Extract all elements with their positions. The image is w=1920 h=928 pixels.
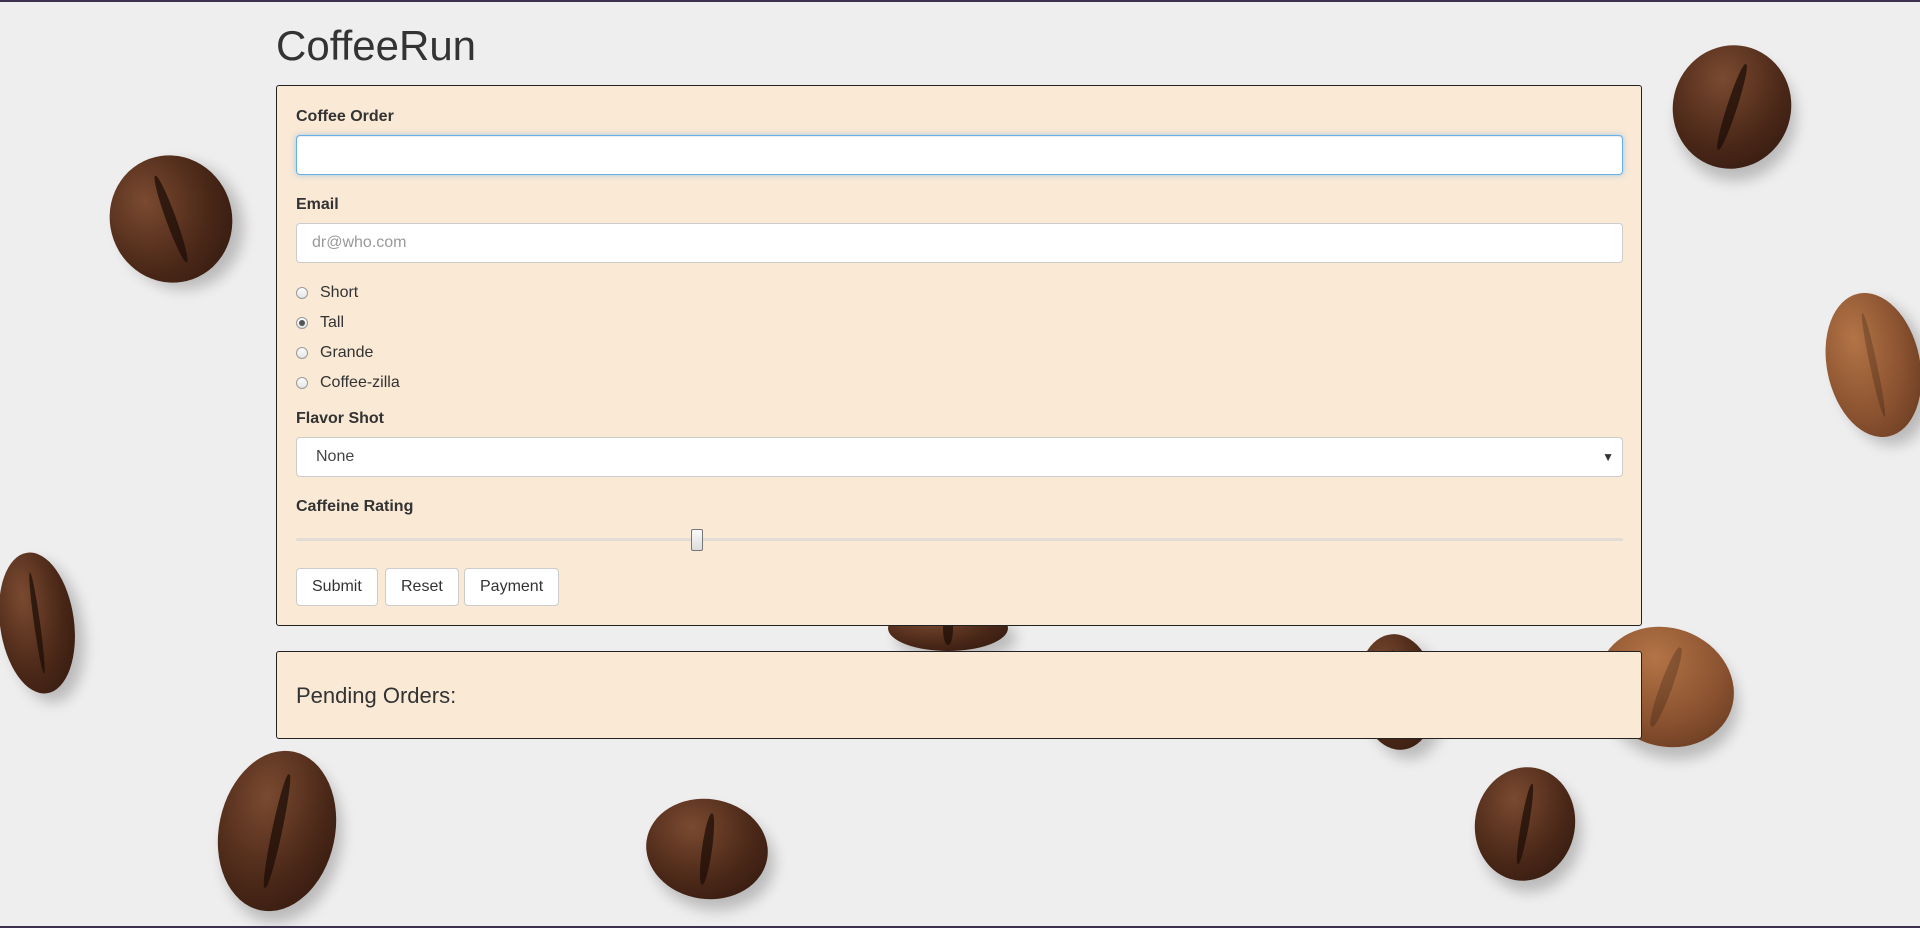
radio-button[interactable]: [296, 317, 308, 329]
coffee-bean-image: [1656, 29, 1808, 185]
pending-orders-title: Pending Orders:: [296, 683, 457, 708]
slider-track[interactable]: [296, 538, 1623, 541]
size-option-label: Tall: [320, 314, 345, 331]
page-title: CoffeeRun: [276, 22, 477, 69]
size-option-label: Short: [320, 284, 359, 301]
flavor-shot-select[interactable]: None ▼: [296, 437, 1623, 477]
slider-thumb[interactable]: [691, 529, 703, 551]
coffee-bean-image: [91, 137, 251, 301]
size-option-label: Grande: [320, 344, 374, 361]
flavor-shot-label: Flavor Shot: [296, 410, 385, 427]
radio-button[interactable]: [296, 377, 308, 389]
radio-button[interactable]: [296, 347, 308, 359]
caffeine-rating-slider[interactable]: [296, 529, 1623, 551]
coffee-bean-image: [1812, 283, 1920, 447]
payment-button[interactable]: Payment: [464, 568, 560, 606]
size-option-short[interactable]: Short: [296, 282, 358, 304]
coffee-bean-image: [203, 739, 351, 923]
pending-orders-panel: Pending Orders:: [276, 651, 1642, 739]
submit-button[interactable]: Submit: [296, 568, 378, 606]
size-option-tall[interactable]: Tall: [296, 312, 344, 334]
reset-button[interactable]: Reset: [385, 568, 459, 606]
size-option-grande[interactable]: Grande: [296, 342, 373, 364]
coffee-order-input[interactable]: [296, 135, 1623, 175]
coffee-order-label: Coffee Order: [296, 108, 394, 125]
flavor-shot-selected-value: None: [316, 448, 355, 465]
coffee-bean-image: [1465, 759, 1585, 889]
radio-button[interactable]: [296, 287, 308, 299]
coffee-bean-image: [639, 790, 775, 908]
chevron-down-icon: ▼: [1602, 450, 1614, 464]
coffee-order-form: Coffee Order Email Short Tall Grande Cof…: [276, 85, 1642, 626]
caffeine-rating-label: Caffeine Rating: [296, 498, 414, 515]
size-option-label: Coffee-zilla: [320, 374, 400, 391]
size-option-coffee-zilla[interactable]: Coffee-zilla: [296, 372, 400, 394]
coffee-bean-image: [0, 547, 84, 699]
email-label: Email: [296, 196, 339, 213]
email-input[interactable]: [296, 223, 1623, 263]
window-top-edge: [0, 0, 1920, 2]
